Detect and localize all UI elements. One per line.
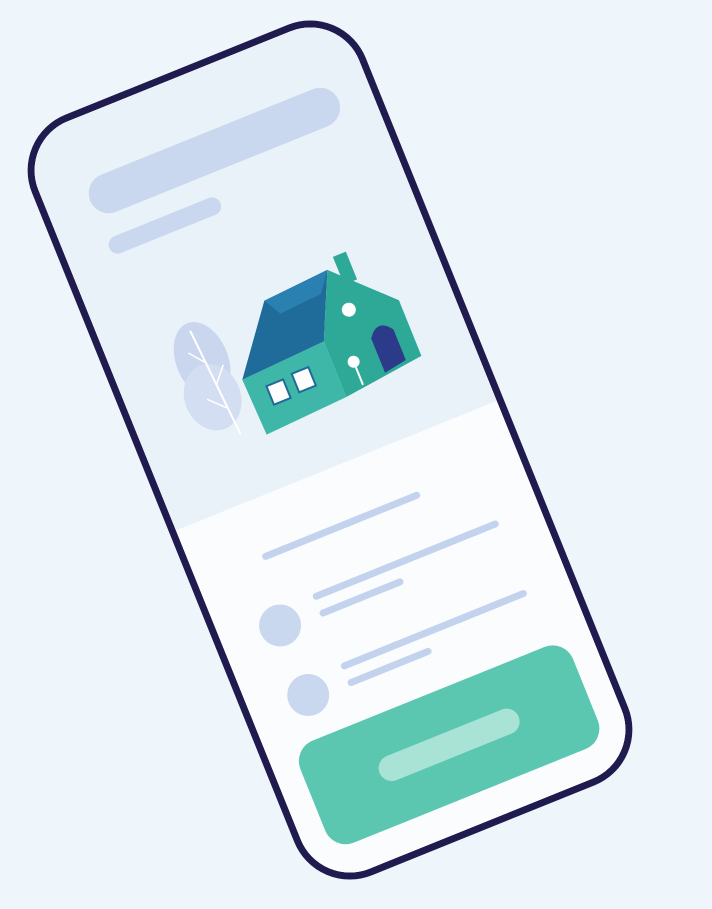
house-icon bbox=[242, 251, 422, 435]
list-item-subtitle-placeholder bbox=[346, 646, 433, 688]
phone-frame bbox=[9, 2, 651, 898]
phone-screen bbox=[18, 11, 642, 889]
primary-button-label-placeholder bbox=[374, 704, 524, 785]
house-illustration bbox=[173, 251, 422, 435]
scene bbox=[0, 0, 712, 909]
phone-mockup bbox=[9, 2, 651, 898]
tree-icon bbox=[173, 322, 242, 435]
list-item-subtitle-placeholder bbox=[318, 577, 405, 618]
